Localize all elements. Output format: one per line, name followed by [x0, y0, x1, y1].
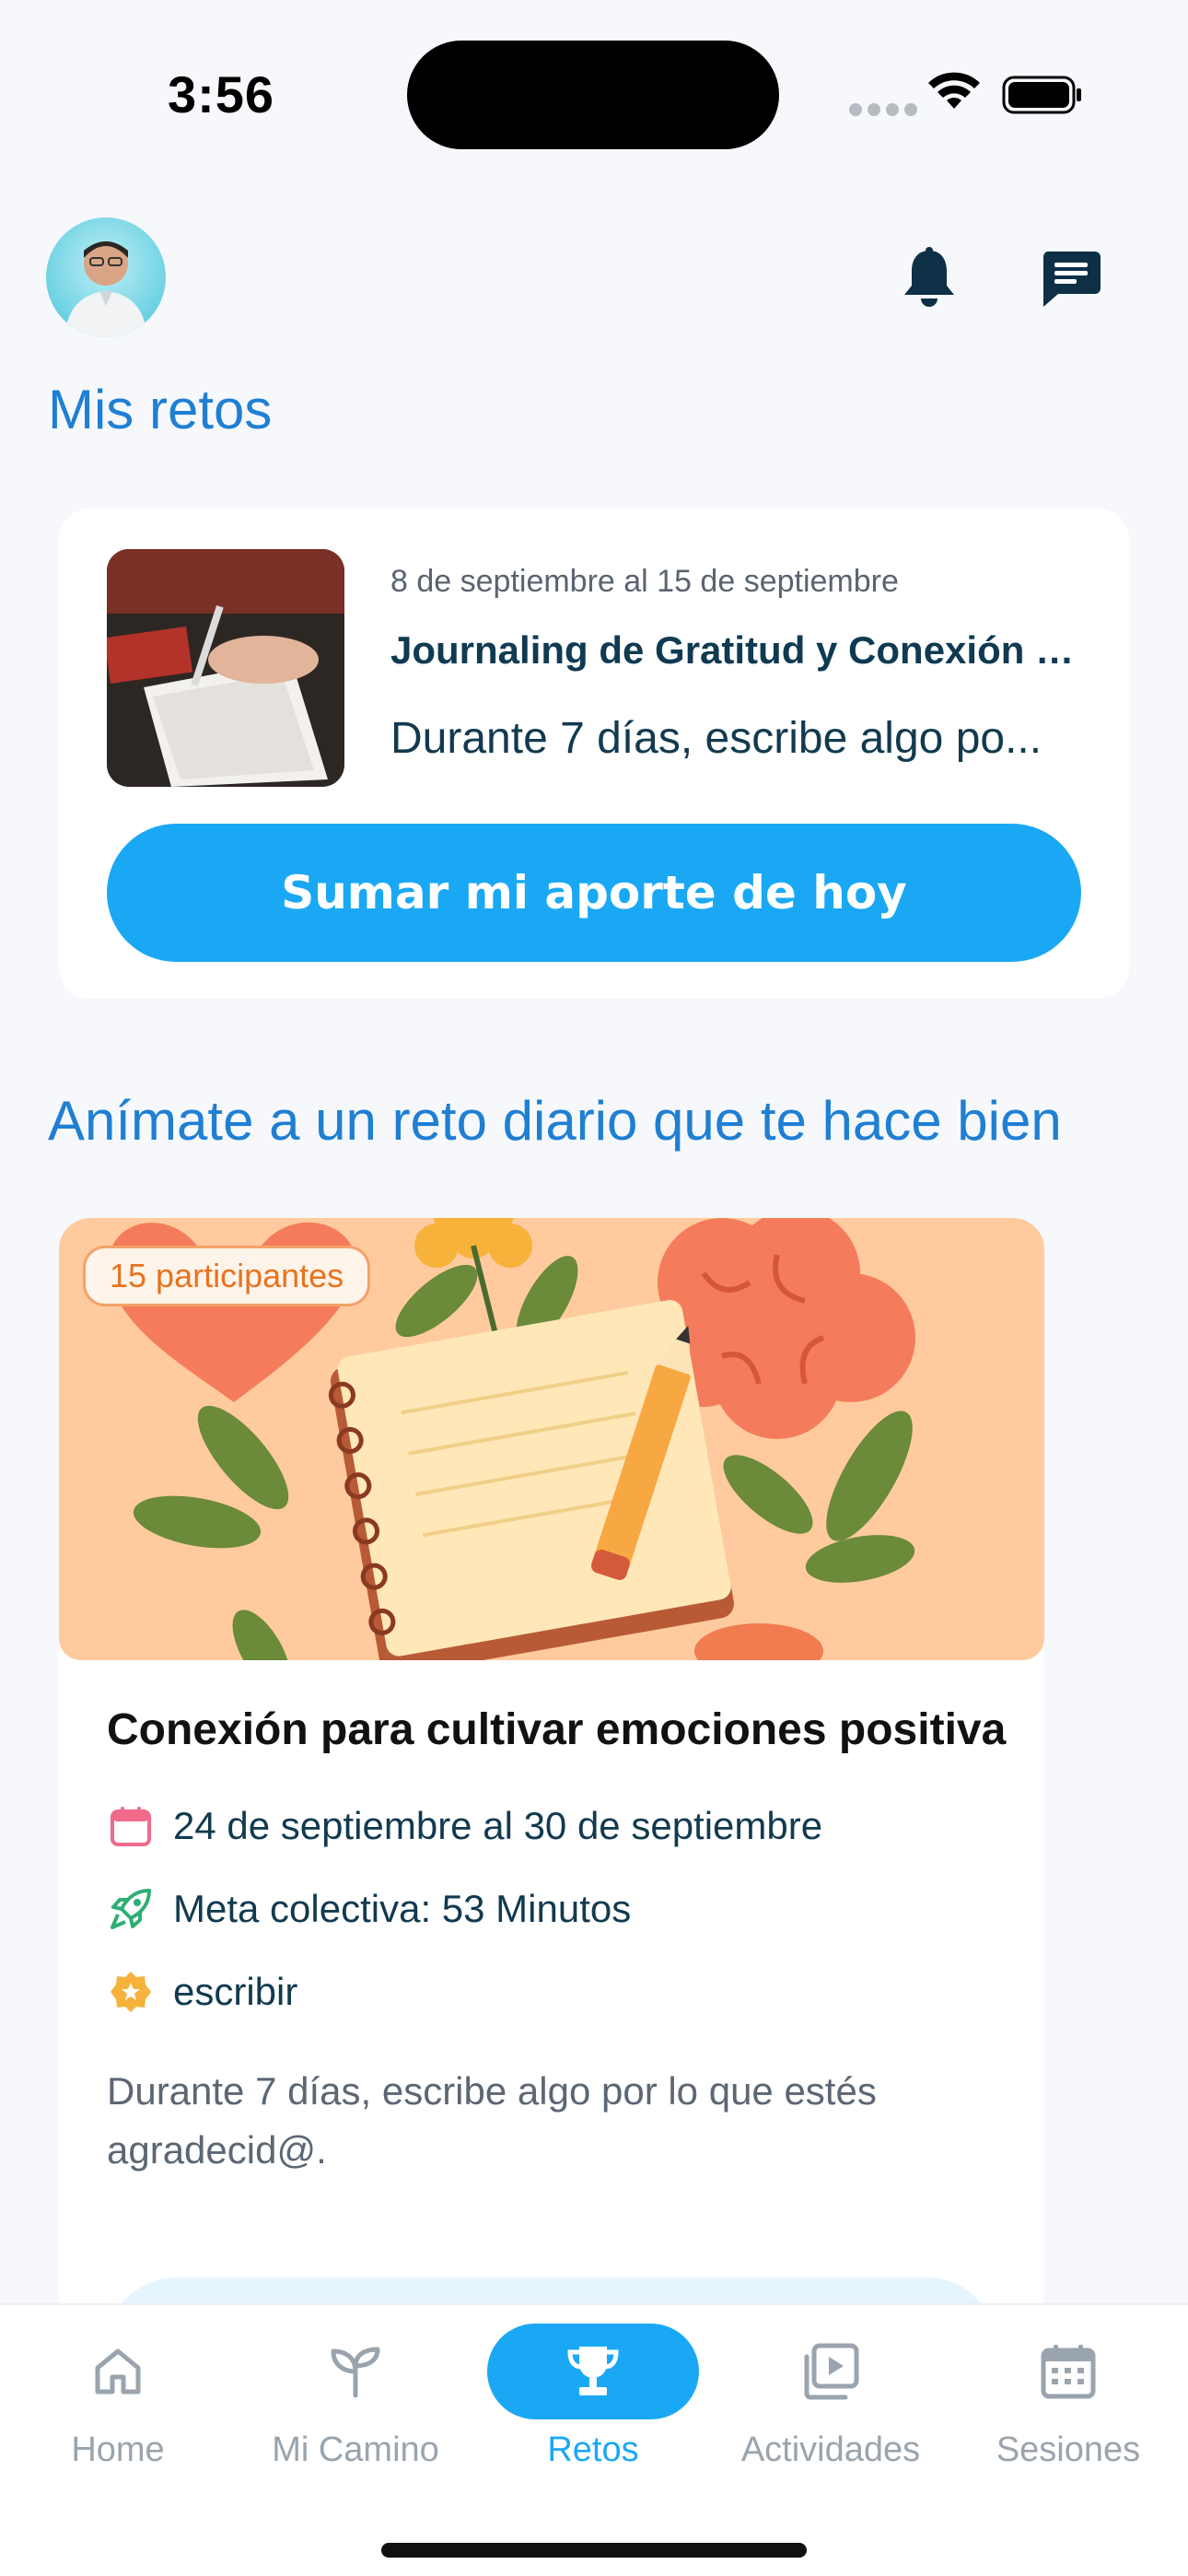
bell-icon	[904, 247, 954, 307]
challenge-goal-row: Meta colectiva: 53 Minutos	[107, 1885, 631, 1933]
discover-title: Anímate a un reto diario que te hace bie…	[48, 1090, 1062, 1152]
video-library-icon	[804, 2343, 859, 2400]
challenge-description: Durante 7 días, escribe algo por lo que …	[107, 2069, 877, 2172]
cellular-signal-icon	[849, 103, 917, 116]
calendar-icon	[107, 1802, 155, 1850]
participants-badge: 15 participantes	[83, 1246, 371, 1306]
challenge-hero-illustration: 15 participantes	[59, 1218, 1044, 1660]
battery-icon	[1002, 76, 1081, 114]
status-bar: 3:56	[0, 0, 1188, 184]
challenge-goal: Meta colectiva: 53 Minutos	[173, 1887, 632, 1930]
discover-challenge-card[interactable]: 15 participantes Conexión para cultivar …	[59, 1218, 1044, 2324]
challenge-thumbnail	[107, 549, 344, 787]
tab-mi-camino[interactable]: Mi Camino	[245, 2324, 466, 2499]
challenge-title: Conexión para cultivar emociones positiv…	[107, 1705, 1007, 1754]
challenge-date-range: 24 de septiembre al 30 de septiembre	[173, 1804, 823, 1847]
add-contribution-button[interactable]: Sumar mi aporte de hoy	[107, 824, 1081, 962]
challenge-date-row: 24 de septiembre al 30 de septiembre	[107, 1802, 822, 1850]
messages-button[interactable]	[1033, 241, 1109, 317]
tab-label: Home	[71, 2430, 165, 2469]
tab-actividades[interactable]: Actividades	[720, 2324, 941, 2499]
avatar-image	[64, 241, 147, 337]
challenge-title: Journaling de Gratitud y Conexión p...	[390, 628, 1090, 672]
tab-home[interactable]: Home	[7, 2324, 228, 2499]
status-time: 3:56	[167, 65, 275, 123]
challenge-activity-row: escribir	[107, 1968, 297, 2016]
avatar[interactable]	[46, 217, 166, 337]
my-challenge-card[interactable]: 8 de septiembre al 15 de septiembre Jour…	[59, 509, 1129, 999]
tab-label: Retos	[547, 2430, 639, 2469]
tab-bar: Home Mi Camino Retos Actividades Sesione…	[0, 2303, 1188, 2576]
notifications-button[interactable]	[891, 241, 967, 317]
tab-label: Actividades	[740, 2430, 921, 2469]
wifi-icon	[928, 72, 980, 109]
tab-label: Sesiones	[996, 2430, 1141, 2469]
challenge-description: Durante 7 días, escribe algo po...	[390, 714, 1042, 763]
challenge-date-range: 8 de septiembre al 15 de septiembre	[390, 564, 899, 599]
home-icon	[95, 2348, 141, 2395]
tab-retos[interactable]: Retos	[483, 2324, 704, 2499]
tab-label: Mi Camino	[272, 2430, 439, 2469]
star-badge-icon	[107, 1968, 155, 2016]
my-challenges-title: Mis retos	[48, 379, 273, 440]
challenge-activity: escribir	[173, 1970, 298, 2013]
sprout-icon	[331, 2347, 380, 2398]
dynamic-island	[407, 41, 779, 149]
home-indicator[interactable]	[381, 2543, 807, 2558]
tab-sesiones[interactable]: Sesiones	[958, 2324, 1179, 2499]
trophy-icon	[567, 2347, 619, 2395]
calendar-icon	[1041, 2345, 1096, 2399]
rocket-icon	[107, 1885, 155, 1933]
chat-icon	[1042, 252, 1101, 307]
